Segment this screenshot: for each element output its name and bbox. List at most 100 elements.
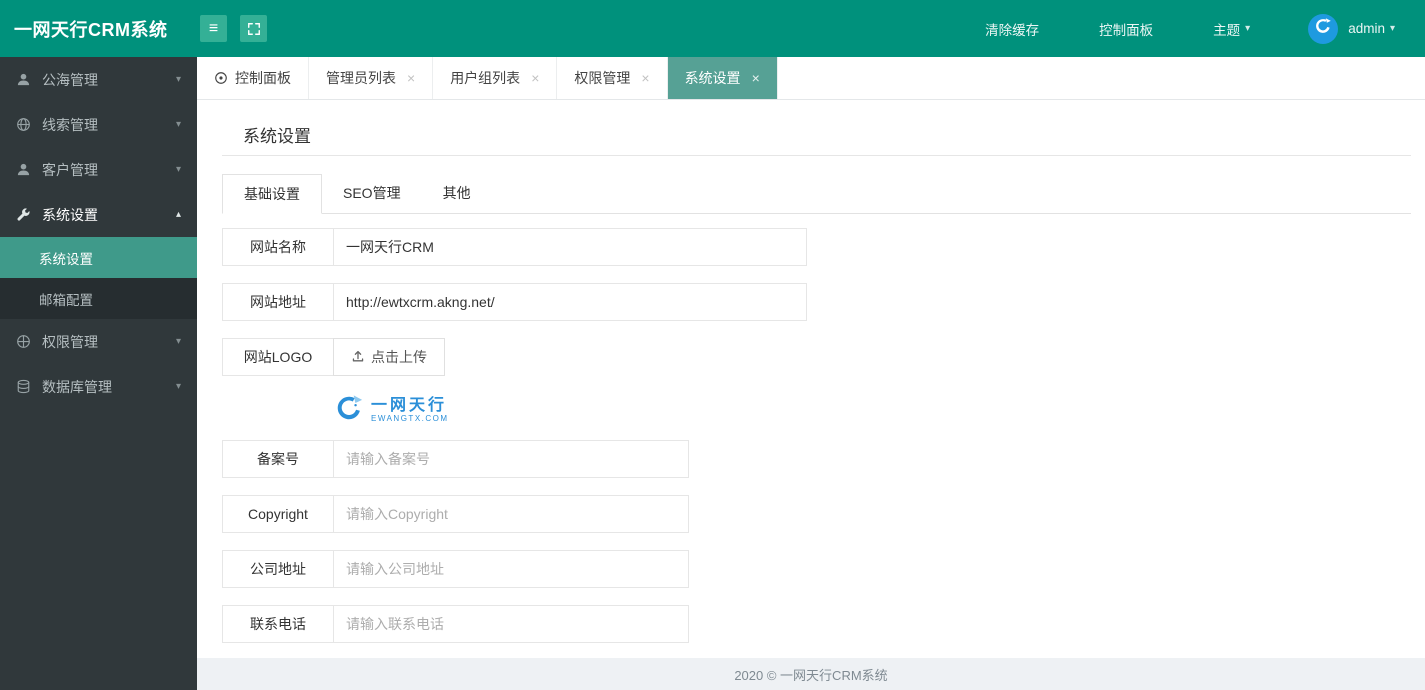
logo-bird-icon	[1313, 16, 1333, 41]
hamburger-icon: ≡	[208, 19, 219, 37]
form-row: 网站名称	[222, 228, 1411, 266]
tab-system-settings[interactable]: 系统设置 ×	[667, 57, 778, 99]
tab-label: 权限管理	[574, 70, 631, 86]
clear-cache-label: 清除缓存	[985, 22, 1040, 38]
theme-dropdown[interactable]: 主题 ▾	[1213, 19, 1250, 39]
chevron-down-icon: ▾	[175, 381, 181, 392]
sidebar-subitem-label: 系统设置	[39, 251, 93, 267]
app-title: 一网天行CRM系统	[14, 19, 168, 40]
sidebar-item-label: 数据库管理	[42, 378, 112, 395]
copyright-input[interactable]	[333, 495, 689, 533]
globe-icon	[16, 117, 31, 132]
sidebar-item-system-settings[interactable]: 系统设置 ▴	[0, 192, 197, 237]
subtab-seo[interactable]: SEO管理	[322, 174, 422, 212]
basic-settings-form: 网站名称 网站地址 网站LOGO 点击上传	[222, 228, 1411, 690]
sidebar-item-label: 线索管理	[42, 116, 98, 133]
avatar[interactable]	[1308, 13, 1339, 44]
fullscreen-icon	[247, 22, 261, 36]
sidebar-item-public-pool[interactable]: 公海管理 ▾	[0, 57, 197, 102]
subtab-basic-settings[interactable]: 基础设置	[222, 174, 322, 214]
field-label: 公司地址	[222, 550, 334, 588]
upload-button-label: 点击上传	[371, 349, 427, 365]
wrench-icon	[16, 207, 31, 222]
main-area: 控制面板 管理员列表 × 用户组列表 × 权限管理 × 系统设置 × 系统设置	[197, 57, 1425, 690]
form-row: 网站地址	[222, 283, 1411, 321]
title-divider	[222, 155, 1411, 156]
sidebar-item-label: 权限管理	[42, 333, 98, 350]
sidebar-item-permissions[interactable]: 权限管理 ▾	[0, 319, 197, 364]
field-label: 备案号	[222, 440, 334, 478]
form-row: Copyright	[222, 495, 1411, 533]
sidebar-item-customers[interactable]: 客户管理 ▾	[0, 147, 197, 192]
tab-label: 用户组列表	[450, 70, 521, 86]
footer-text: 2020 © 一网天行CRM系统	[734, 667, 888, 683]
tab-label: 系统设置	[684, 70, 741, 86]
site-logo-preview: 一网天行 EWANGTX.COM	[334, 393, 1411, 428]
sidebar: 公海管理 ▾ 线索管理 ▾ 客户管理 ▾ 系统设置 ▴ 系统设置 邮箱配置 权限…	[0, 57, 197, 690]
tab-bar: 控制面板 管理员列表 × 用户组列表 × 权限管理 × 系统设置 ×	[197, 57, 1425, 100]
icp-number-input[interactable]	[333, 440, 689, 478]
control-panel-link[interactable]: 控制面板	[1099, 19, 1153, 39]
page-title: 系统设置	[243, 127, 311, 146]
sidebar-item-database[interactable]: 数据库管理 ▾	[0, 364, 197, 409]
form-row: 网站LOGO 点击上传	[222, 338, 1411, 376]
globe-grid-icon	[16, 334, 31, 349]
crm-app: 一网天行CRM系统 ≡ 清除缓存 控制面板 主题 ▾ admin ▾ 公海管理 …	[0, 0, 1425, 690]
form-row: 备案号	[222, 440, 1411, 478]
theme-label: 主题	[1213, 22, 1241, 38]
tab-label: 控制面板	[235, 70, 291, 86]
close-icon[interactable]: ×	[641, 70, 649, 86]
sidebar-item-label: 系统设置	[42, 206, 98, 223]
upload-icon	[351, 349, 365, 366]
logo-text: 一网天行 EWANGTX.COM	[371, 397, 449, 424]
close-icon[interactable]: ×	[752, 70, 760, 86]
page-content: 系统设置 基础设置 SEO管理 其他 网站名称 网站地址 网站LOGO	[197, 100, 1425, 690]
chevron-down-icon: ▾	[175, 74, 181, 85]
control-panel-label: 控制面板	[1099, 22, 1154, 38]
logo-name: 一网天行	[371, 396, 448, 414]
sidebar-subitem-system-settings[interactable]: 系统设置	[0, 237, 197, 278]
dashboard-icon	[214, 71, 228, 85]
sidebar-toggle-button[interactable]: ≡	[200, 15, 227, 42]
field-label: Copyright	[222, 495, 334, 533]
tab-label: 管理员列表	[326, 70, 396, 86]
site-name-input[interactable]	[333, 228, 807, 266]
chevron-up-icon: ▴	[175, 209, 181, 220]
contact-phone-input[interactable]	[333, 605, 689, 643]
company-address-input[interactable]	[333, 550, 689, 588]
tab-dashboard[interactable]: 控制面板	[197, 57, 309, 99]
site-url-input[interactable]	[333, 283, 807, 321]
sidebar-item-leads[interactable]: 线索管理 ▾	[0, 102, 197, 147]
upload-button[interactable]: 点击上传	[333, 338, 445, 376]
form-row: 联系电话	[222, 605, 1411, 643]
sidebar-subitem-mail-config[interactable]: 邮箱配置	[0, 278, 197, 319]
user-dropdown[interactable]: admin ▾	[1348, 21, 1395, 36]
field-label: 网站LOGO	[222, 338, 334, 376]
tab-admin-list[interactable]: 管理员列表 ×	[309, 57, 434, 99]
tab-user-group-list[interactable]: 用户组列表 ×	[433, 57, 558, 99]
page-footer: 2020 © 一网天行CRM系统	[197, 658, 1425, 690]
header-actions: 清除缓存 控制面板 主题 ▾ admin ▾	[925, 13, 1395, 44]
user-icon	[16, 162, 31, 177]
chevron-down-icon: ▾	[175, 119, 181, 130]
chevron-down-icon: ▾	[1245, 23, 1251, 34]
field-label: 网站名称	[222, 228, 334, 266]
database-icon	[16, 379, 31, 394]
settings-subtabs: 基础设置 SEO管理 其他	[222, 174, 1411, 214]
field-label: 联系电话	[222, 605, 334, 643]
close-icon[interactable]: ×	[531, 70, 539, 86]
close-icon[interactable]: ×	[407, 70, 415, 86]
clear-cache-link[interactable]: 清除缓存	[985, 19, 1039, 39]
logo-bird-icon	[334, 393, 364, 428]
chevron-down-icon: ▾	[175, 164, 181, 175]
user-icon	[16, 72, 31, 87]
chevron-down-icon: ▾	[175, 336, 181, 347]
tab-permissions[interactable]: 权限管理 ×	[557, 57, 668, 99]
subtab-other[interactable]: 其他	[422, 174, 492, 212]
chevron-down-icon: ▾	[1389, 23, 1395, 34]
fullscreen-button[interactable]	[240, 15, 267, 42]
sidebar-item-label: 客户管理	[42, 161, 98, 178]
form-row: 公司地址	[222, 550, 1411, 588]
sidebar-subitem-label: 邮箱配置	[39, 292, 93, 308]
field-label: 网站地址	[222, 283, 334, 321]
